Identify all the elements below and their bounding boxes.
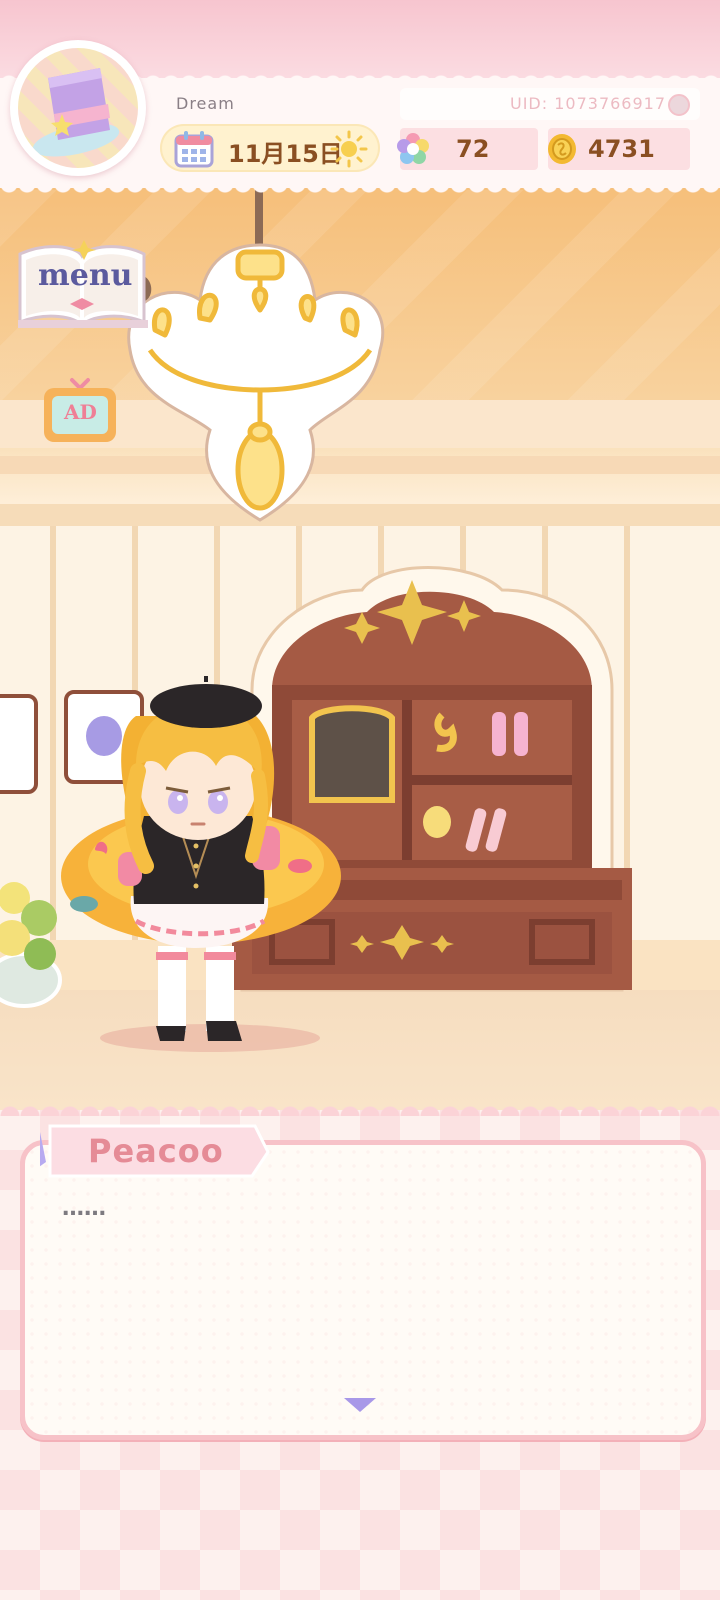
- menu-button[interactable]: menu: [18, 238, 152, 334]
- dialog-scallop-edge: [0, 1100, 720, 1116]
- date-display: 11月15日: [160, 124, 380, 172]
- top-hat-avatar-icon: [32, 68, 120, 157]
- coin-count: 4731: [588, 135, 655, 163]
- calendar-icon: [174, 131, 214, 168]
- menu-label: menu: [38, 258, 133, 293]
- uid-text[interactable]: UID: 1073766917: [510, 94, 666, 113]
- gem-count: 72: [456, 135, 490, 163]
- next-arrow-icon[interactable]: [344, 1398, 376, 1412]
- speaker-name: Peacoo: [88, 1132, 224, 1170]
- rainbow-flower-icon: [397, 133, 429, 164]
- sun-icon: [330, 130, 368, 168]
- top-status-bar: Dream 11月15日 UID: 1073766917 72 4731: [0, 0, 720, 198]
- dialog-text: ……: [62, 1196, 106, 1221]
- date-text: 11月15日: [228, 140, 343, 168]
- gold-coin-icon: [548, 134, 576, 164]
- dialog-box[interactable]: [20, 1140, 706, 1440]
- ad-button[interactable]: AD: [42, 376, 118, 444]
- wall-frame-left: [0, 694, 38, 794]
- copy-uid-icon[interactable]: [668, 94, 690, 116]
- gem-currency[interactable]: 72: [397, 128, 538, 170]
- player-name: Dream: [176, 94, 235, 113]
- avatar[interactable]: [18, 48, 138, 168]
- character-peacoo[interactable]: [56, 676, 346, 1066]
- coin-currency[interactable]: 4731: [548, 128, 690, 170]
- ad-label: AD: [64, 400, 97, 424]
